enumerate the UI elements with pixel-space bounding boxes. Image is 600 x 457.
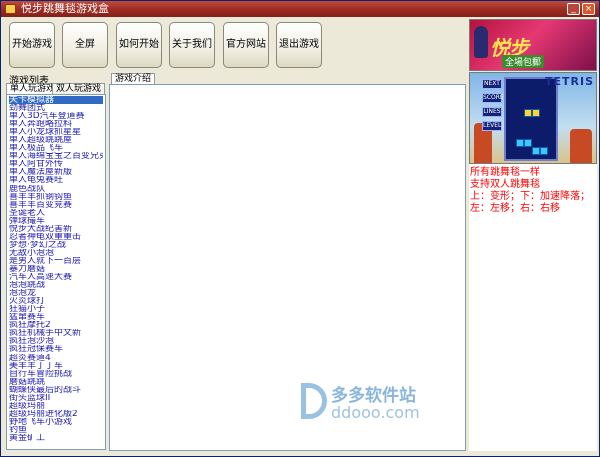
game-list-item[interactable]: 劲舞团式 — [9, 104, 103, 112]
game-list-panel: 游戏列表 单人玩游戏 双人玩游戏 关卡模拟器 劲舞团式 单人3D汽车登道赛 单人奔跑略… — [6, 72, 106, 451]
fullscreen-button[interactable]: 全屏 — [62, 22, 108, 68]
game-list-item[interactable]: 疯狂机械手中文新 — [9, 329, 103, 337]
game-list-item[interactable]: 单人3D汽车登道赛 — [9, 112, 103, 120]
tetris-block — [524, 139, 532, 147]
game-list-item[interactable]: 无敌小泡泡 — [9, 249, 103, 257]
game-list-item[interactable]: 喜羊羊抓钢钩鱼 — [9, 193, 103, 201]
tetris-block — [540, 147, 548, 155]
game-list-item[interactable]: 街头篮球II — [9, 394, 103, 402]
game-list-item[interactable]: 疯狂摩托2 — [9, 321, 103, 329]
toolbar: 开始游戏 全屏 如何开始 关于我们 官方网站 退出游戏 — [4, 19, 464, 72]
exit-game-button[interactable]: 退出游戏 — [276, 22, 322, 68]
next-label: NEXT — [482, 79, 502, 89]
info-line: 上：变形；下：加速降落； — [470, 191, 590, 202]
game-list-item[interactable]: 忍者神龟双重重击 — [9, 233, 103, 241]
game-list-item[interactable]: 猛窜赛车 — [9, 313, 103, 321]
app-icon — [5, 4, 16, 14]
game-list-item[interactable]: 超级玛丽 — [9, 402, 103, 410]
watermark: 多多软件站 ddooo.com — [301, 379, 451, 429]
building-image — [570, 129, 592, 163]
game-list-item[interactable]: 单人龟兔赛旺 — [9, 176, 103, 184]
tetris-block — [532, 147, 540, 155]
game-list-item[interactable]: 弹球撮车 — [9, 217, 103, 225]
game-list-item[interactable]: 蝴蝶侠最后的战斗 — [9, 386, 103, 394]
tetris-block — [516, 139, 524, 147]
game-list-item[interactable]: 梦想·梦幻之战 — [9, 241, 103, 249]
game-list-item[interactable]: 是男人就下一百层 — [9, 257, 103, 265]
tab-two-player[interactable]: 双人玩游戏 — [52, 83, 106, 94]
tab-game-intro[interactable]: 游戏介绍 — [111, 73, 156, 84]
close-button[interactable]: × — [582, 3, 595, 15]
watermark-logo-icon — [301, 383, 327, 419]
game-list-item[interactable]: 疯狂冠保赛车 — [9, 345, 103, 353]
game-list[interactable]: 关卡模拟器 劲舞团式 单人3D汽车登道赛 单人奔跑略拉料 单人小龙球抓星星 单人超级跳跳屋… — [6, 94, 106, 450]
info-line: 支持双人跳舞毯 — [470, 179, 540, 190]
score-label: SCORE — [482, 93, 504, 103]
game-list-item[interactable]: 超炎赛道4 — [9, 354, 103, 362]
level-label: LEVEL — [482, 121, 502, 131]
game-list-item[interactable]: 超级玛丽进化版2 — [9, 410, 103, 418]
game-list-item[interactable]: 美羊羊丁丁车 — [9, 362, 103, 370]
info-line: 左：左移；右：右移 — [470, 203, 560, 214]
tetris-playfield — [504, 77, 558, 161]
game-list-item[interactable]: 狂猫小子 — [9, 305, 103, 313]
tetris-logo: TETRIS — [545, 75, 595, 88]
game-list-item[interactable]: 单人小龙球抓星星 — [9, 128, 103, 136]
dancer-image — [474, 26, 488, 58]
about-us-button[interactable]: 关于我们 — [169, 22, 215, 68]
title-bar[interactable]: 悦步跳舞毯游戏盒 _ × — [1, 1, 599, 17]
game-list-item[interactable]: 单人阿甘外传 — [9, 160, 103, 168]
ad-banner[interactable]: 悦步 全場包郵 — [469, 19, 597, 71]
game-list-item[interactable]: 蘑菇跳跳 — [9, 378, 103, 386]
game-list-item[interactable]: 火炎球打 — [9, 297, 103, 305]
game-list-item[interactable]: 单人海绵宝宝之百变兄弟 — [9, 152, 103, 160]
game-list-item[interactable]: 悦步大战纪害新 — [9, 225, 103, 233]
game-list-item[interactable]: 野地飞车小游戏 — [9, 418, 103, 426]
game-list-item[interactable]: 泡泡龙 — [9, 289, 103, 297]
start-game-button[interactable]: 开始游戏 — [9, 22, 55, 68]
game-list-item[interactable]: 喜羊羊百变竞赛 — [9, 201, 103, 209]
app-window: 悦步跳舞毯游戏盒 _ × 开始游戏 全屏 如何开始 关于我们 官方网站 退出游戏… — [0, 0, 600, 457]
game-list-item[interactable]: 单人魔法屋新版 — [9, 168, 103, 176]
game-list-item[interactable]: 黄金矿工 — [9, 434, 103, 442]
game-list-item[interactable]: 泡泡跳战 — [9, 281, 103, 289]
control-info: 所有跳舞毯一样 支持双人跳舞毯 上：变形；下：加速降落； 左：左移；右：右移 — [469, 164, 597, 451]
game-list-item[interactable]: 自行车冒险挑战 — [9, 370, 103, 378]
how-to-start-button[interactable]: 如何开始 — [116, 22, 162, 68]
game-list-item[interactable]: 汽车人高速大赛 — [9, 273, 103, 281]
official-site-button[interactable]: 官方网站 — [223, 22, 269, 68]
game-list-item[interactable]: 关卡模拟器 — [9, 96, 103, 105]
game-list-item[interactable]: 圣诞老人 — [9, 209, 103, 217]
lines-label: LINES — [482, 107, 502, 117]
banner-tagline: 全場包郵 — [502, 55, 545, 68]
game-list-item[interactable]: 单人超级跳跳屋 — [9, 136, 103, 144]
game-preview-image: NEXT SCORE LINES LEVEL TETRIS — [469, 72, 597, 164]
watermark-url: ddooo.com — [331, 403, 420, 422]
game-list-item[interactable]: 鹿色战队 — [9, 185, 103, 193]
game-list-item[interactable]: 疯狂泡沙泡 — [9, 337, 103, 345]
tetris-block — [532, 109, 540, 117]
info-line: 所有跳舞毯一样 — [470, 167, 540, 178]
game-list-item[interactable]: 暴力蘑菇 — [9, 265, 103, 273]
game-list-item[interactable]: 单人奔跑略拉料 — [9, 120, 103, 128]
window-title: 悦步跳舞毯游戏盒 — [21, 2, 109, 15]
game-list-item[interactable]: 单人极品飞车 — [9, 144, 103, 152]
tetris-block — [524, 109, 532, 117]
minimize-button[interactable]: _ — [567, 3, 580, 15]
game-list-item[interactable]: 钓鱼 — [9, 426, 103, 434]
